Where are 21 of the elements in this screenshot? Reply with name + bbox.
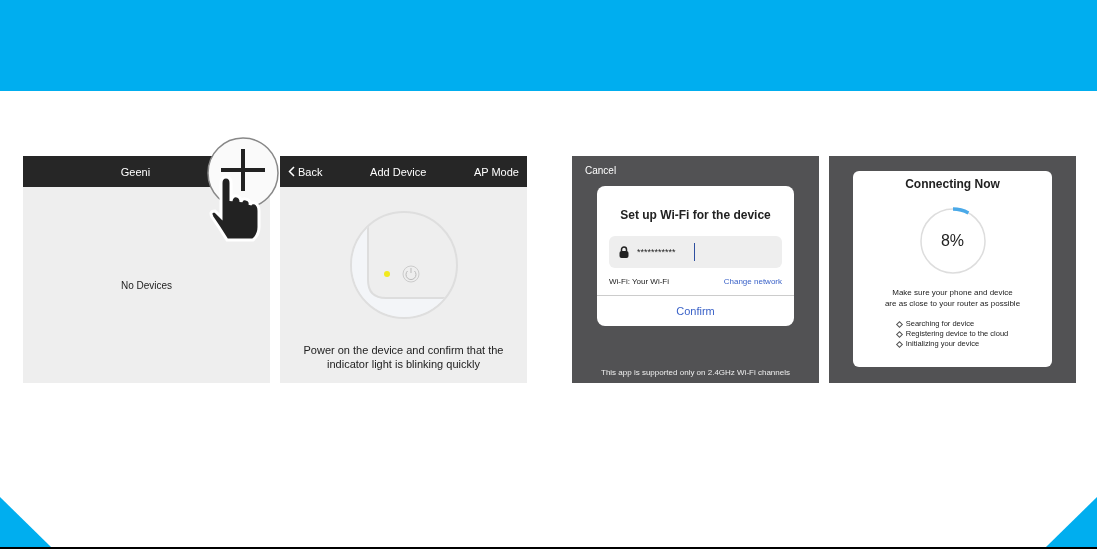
back-button[interactable]: Back xyxy=(288,165,323,178)
corner-triangle xyxy=(1046,497,1097,547)
screen-title: Add Device xyxy=(370,165,427,178)
ap-mode-link[interactable]: AP Mode xyxy=(473,165,519,178)
dialog-title: Set up Wi-Fi for the device xyxy=(619,208,772,222)
empty-message: No Devices xyxy=(120,279,173,291)
connecting-title: Connecting Now xyxy=(905,177,1000,191)
support-note: This app is supported only on 2.4GHz Wi-Fi channels xyxy=(600,368,791,377)
confirm-button[interactable]: Confirm xyxy=(597,295,794,326)
network-name: Wi-Fi: Your Wi-Fi xyxy=(609,277,669,286)
progress-ring xyxy=(918,207,987,275)
cancel-button[interactable]: Cancel xyxy=(585,165,617,176)
chevron-left-icon xyxy=(288,166,295,177)
progress-percent: 8% xyxy=(940,232,965,250)
change-network-link[interactable]: Change network xyxy=(723,277,782,286)
lock-icon xyxy=(619,246,629,258)
instruction-text: Power on the device and confirm that the indicator light is blinking quickly xyxy=(302,343,505,371)
corner-triangle xyxy=(0,497,51,547)
proximity-hint: Make sure your phone and device are as close to your router as possible xyxy=(884,287,1021,309)
app-title: Geeni xyxy=(120,165,151,178)
password-field[interactable]: *********** xyxy=(609,236,782,268)
